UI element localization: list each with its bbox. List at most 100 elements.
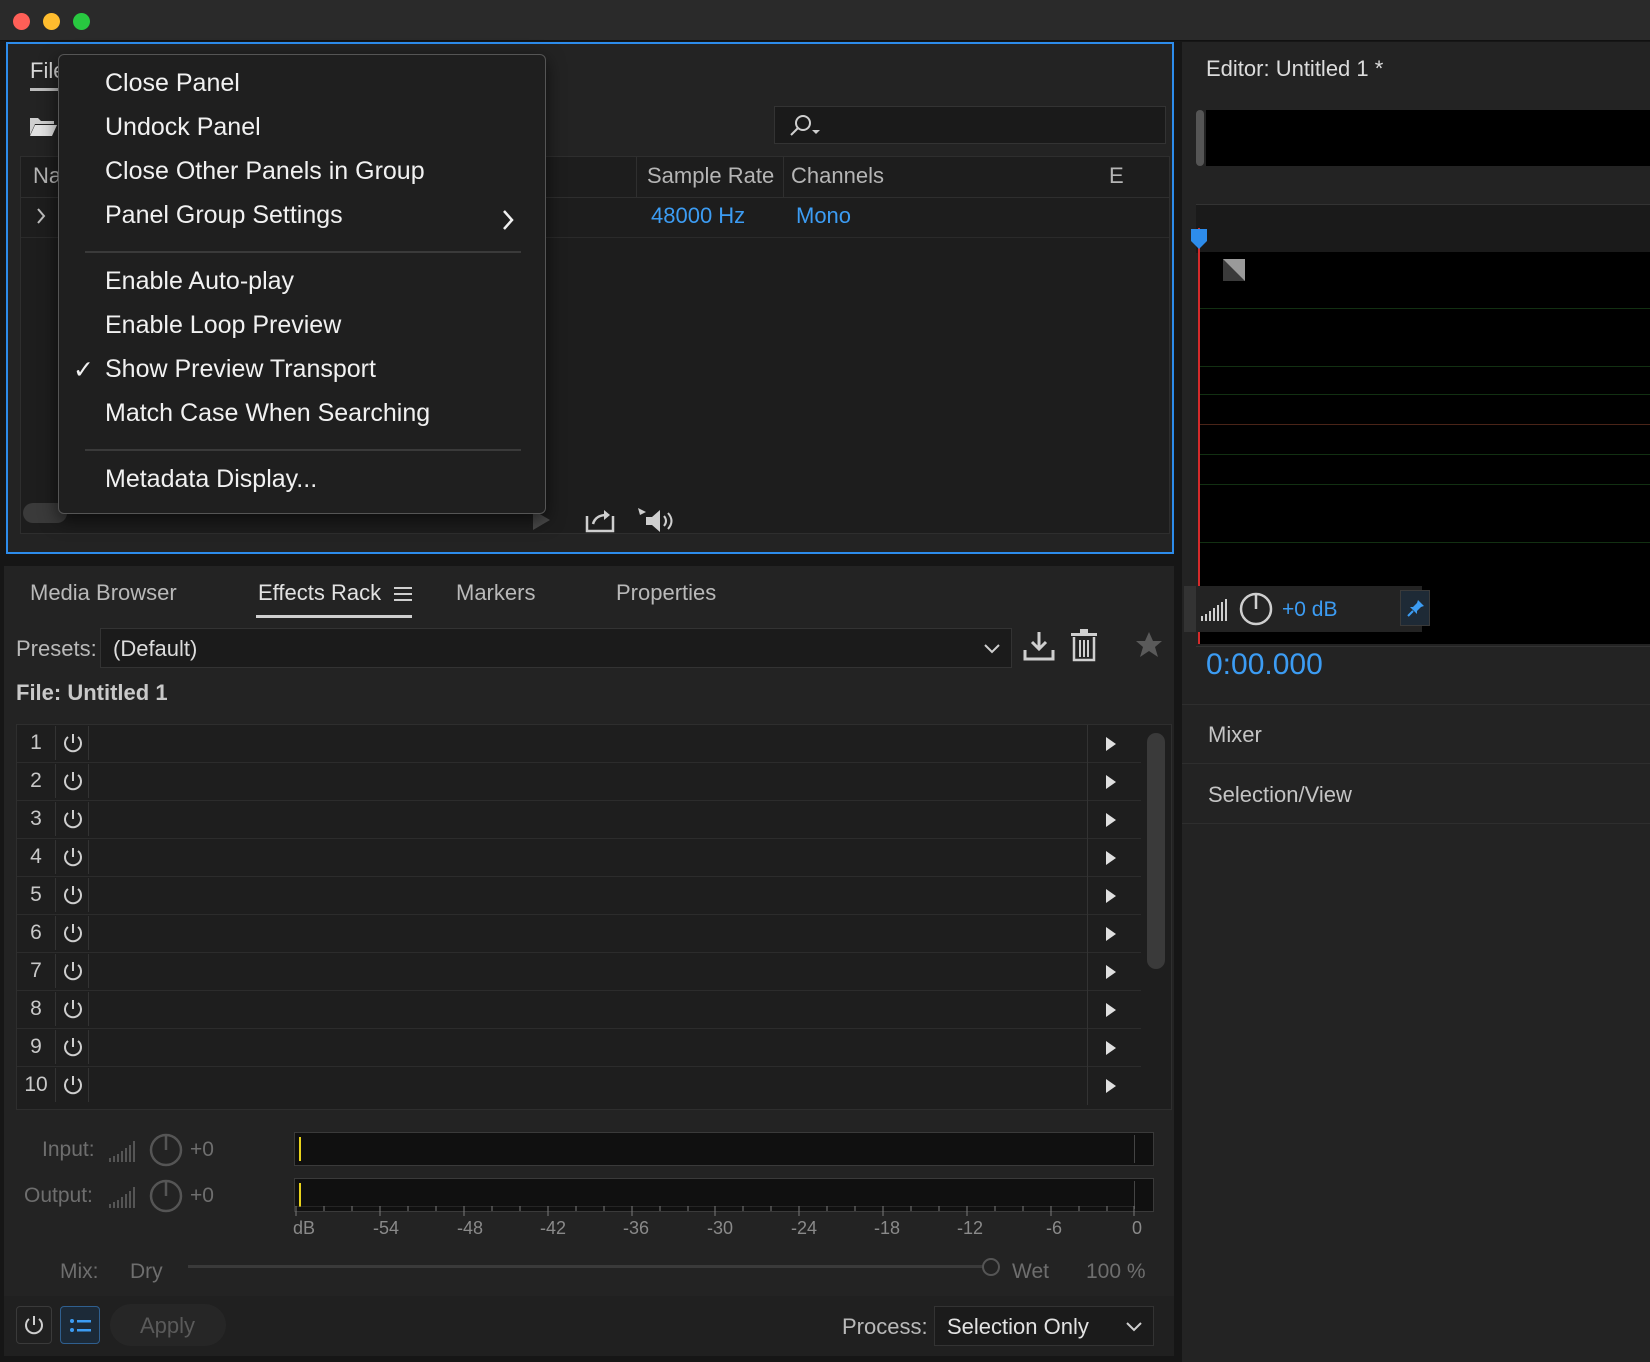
menu-item-metadata-display[interactable]: Metadata Display... <box>105 465 317 494</box>
slot-menu-arrow-icon[interactable] <box>1105 774 1117 790</box>
panel-menu-icon[interactable] <box>394 586 412 602</box>
effect-slot[interactable]: 4 <box>17 839 1141 877</box>
effect-slot[interactable]: 8 <box>17 991 1141 1029</box>
slot-power-button[interactable] <box>55 916 89 950</box>
panel-context-menu: Close Panel Undock Panel Close Other Pan… <box>58 54 546 514</box>
show-effects-list-button[interactable] <box>60 1306 100 1344</box>
output-gain-value[interactable]: +0 <box>190 1184 214 1208</box>
selection-view-panel-tab[interactable]: Selection/View <box>1182 766 1650 824</box>
effect-slot[interactable]: 5 <box>17 877 1141 915</box>
rack-scrollbar[interactable] <box>1147 733 1165 969</box>
power-icon <box>64 810 82 829</box>
power-icon <box>64 1076 82 1095</box>
selection-view-label: Selection/View <box>1208 782 1352 807</box>
delete-preset-icon[interactable] <box>1070 628 1098 662</box>
volume-value[interactable]: +0 dB <box>1282 598 1337 622</box>
favorite-star-icon[interactable] <box>1134 630 1164 660</box>
slot-power-button[interactable] <box>55 802 89 836</box>
menu-item-show-preview-transport[interactable]: Show Preview Transport <box>105 355 376 384</box>
close-window-button[interactable] <box>13 13 30 30</box>
search-input[interactable] <box>774 106 1166 144</box>
submenu-arrow-icon <box>503 210 514 230</box>
time-ruler[interactable] <box>1196 204 1650 253</box>
column-header-channels[interactable]: Channels <box>791 163 884 189</box>
timecode-display[interactable]: 0:00.000 <box>1206 648 1323 682</box>
column-header-sample-rate[interactable]: Sample Rate <box>647 163 774 189</box>
menu-item-panel-group-settings[interactable]: Panel Group Settings <box>105 201 343 230</box>
column-header-name[interactable]: Na <box>33 163 61 189</box>
overview-handle[interactable] <box>1196 110 1204 166</box>
slot-number: 7 <box>30 959 42 982</box>
slot-menu-arrow-icon[interactable] <box>1105 850 1117 866</box>
input-meter <box>294 1132 1154 1166</box>
effect-slot[interactable]: 2 <box>17 763 1141 801</box>
slot-menu-arrow-icon[interactable] <box>1105 888 1117 904</box>
effect-slot[interactable]: 7 <box>17 953 1141 991</box>
apply-button[interactable]: Apply <box>110 1304 226 1346</box>
power-icon <box>64 962 82 981</box>
input-level-meter-icon <box>109 1141 135 1162</box>
mix-slider[interactable] <box>188 1265 984 1268</box>
pin-hud-button[interactable] <box>1400 590 1430 626</box>
volume-knob-icon[interactable] <box>1238 591 1274 627</box>
export-icon[interactable] <box>584 506 616 534</box>
save-preset-icon[interactable] <box>1022 630 1056 662</box>
process-dropdown[interactable]: Selection Only <box>934 1306 1154 1346</box>
tab-markers[interactable]: Markers <box>456 580 535 606</box>
effect-slot[interactable]: 9 <box>17 1029 1141 1067</box>
master-power-button[interactable] <box>16 1306 52 1344</box>
mix-slider-handle[interactable] <box>982 1258 1000 1276</box>
slot-menu-arrow-icon[interactable] <box>1105 1078 1117 1094</box>
slot-menu-arrow-icon[interactable] <box>1105 1002 1117 1018</box>
input-gain-knob-icon[interactable] <box>148 1132 184 1168</box>
menu-item-close-other-panels[interactable]: Close Other Panels in Group <box>105 157 425 186</box>
slot-power-button[interactable] <box>55 840 89 874</box>
slot-menu-arrow-icon[interactable] <box>1105 736 1117 752</box>
menu-item-undock-panel[interactable]: Undock Panel <box>105 113 261 142</box>
minimize-window-button[interactable] <box>43 13 60 30</box>
zoom-window-button[interactable] <box>73 13 90 30</box>
slot-menu-arrow-icon[interactable] <box>1105 1040 1117 1056</box>
db-scale-label: -30 <box>706 1218 734 1238</box>
tab-properties[interactable]: Properties <box>616 580 716 606</box>
effect-slot[interactable]: 6 <box>17 915 1141 953</box>
slot-power-button[interactable] <box>55 954 89 988</box>
output-gain-knob-icon[interactable] <box>148 1178 184 1214</box>
effect-slot[interactable]: 3 <box>17 801 1141 839</box>
menu-item-enable-auto-play[interactable]: Enable Auto-play <box>105 267 294 296</box>
menu-separator <box>85 449 521 451</box>
effect-slot[interactable]: 1 <box>17 725 1141 763</box>
playhead-marker-icon[interactable] <box>1190 228 1208 250</box>
chevron-right-icon[interactable] <box>35 207 47 225</box>
slot-power-button[interactable] <box>55 764 89 798</box>
rack-file-label: File: Untitled 1 <box>16 680 168 705</box>
slot-menu-arrow-icon[interactable] <box>1105 964 1117 980</box>
column-header-extra[interactable]: E <box>1109 163 1124 189</box>
db-scale-label: -18 <box>873 1218 901 1238</box>
editor-title[interactable]: Editor: Untitled 1 * <box>1206 56 1383 82</box>
volume-hud: +0 dB <box>1196 586 1422 632</box>
slot-power-button[interactable] <box>55 1030 89 1064</box>
slot-power-button[interactable] <box>55 726 89 760</box>
effect-slot[interactable]: 10 <box>17 1067 1141 1105</box>
input-gain-value[interactable]: +0 <box>190 1138 214 1162</box>
slot-number: 3 <box>30 807 42 830</box>
tab-media-browser[interactable]: Media Browser <box>30 580 177 606</box>
fade-handle-icon[interactable] <box>1222 258 1246 282</box>
menu-item-close-panel[interactable]: Close Panel <box>105 69 240 98</box>
mix-percent[interactable]: 100 % <box>1086 1260 1146 1284</box>
hud-grip[interactable] <box>1184 586 1196 632</box>
menu-item-enable-loop-preview[interactable]: Enable Loop Preview <box>105 311 341 340</box>
slot-power-button[interactable] <box>55 1068 89 1102</box>
mixer-panel-tab[interactable]: Mixer <box>1182 706 1650 764</box>
auto-play-speaker-icon[interactable] <box>636 506 680 536</box>
slot-menu-arrow-icon[interactable] <box>1105 812 1117 828</box>
slot-power-button[interactable] <box>55 878 89 912</box>
tab-effects-rack[interactable]: Effects Rack <box>258 580 381 606</box>
waveform-overview[interactable] <box>1206 110 1650 166</box>
open-folder-icon[interactable] <box>28 114 58 143</box>
menu-item-match-case[interactable]: Match Case When Searching <box>105 399 430 428</box>
slot-menu-arrow-icon[interactable] <box>1105 926 1117 942</box>
presets-dropdown[interactable]: (Default) <box>100 628 1012 668</box>
slot-power-button[interactable] <box>55 992 89 1026</box>
